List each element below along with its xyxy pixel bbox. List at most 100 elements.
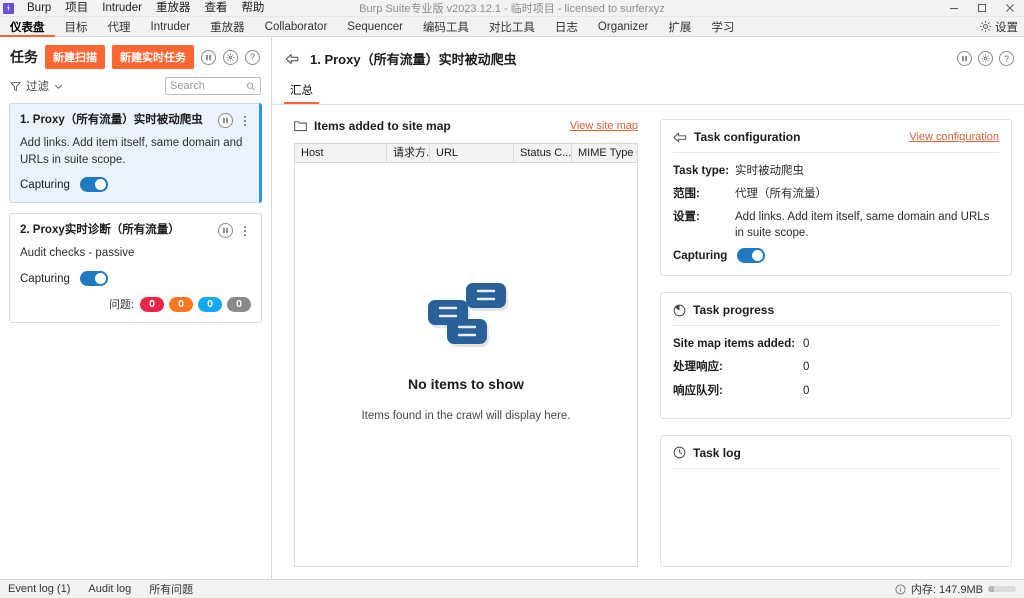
help-icon[interactable]: ?	[999, 51, 1014, 66]
tab-dashboard[interactable]: 仪表盘	[0, 18, 55, 37]
memory-label: 内存: 147.9MB	[910, 584, 983, 596]
status-badge-medium[interactable]: 0	[169, 296, 193, 312]
tab-sequencer[interactable]: Sequencer	[337, 18, 413, 37]
close-button[interactable]	[996, 0, 1024, 17]
tab-collaborator[interactable]: Collaborator	[255, 18, 338, 37]
task-configuration-title: Task configuration	[694, 130, 801, 144]
capturing-label: Capturing	[673, 249, 728, 262]
main-tab-strip: 仪表盘 目标 代理 Intruder 重放器 Collaborator Sequ…	[0, 17, 1024, 37]
view-site-map-link[interactable]: View site map	[570, 120, 638, 132]
task-capturing-row: Capturing	[20, 177, 251, 193]
view-configuration-link[interactable]: View configuration	[909, 131, 999, 143]
new-scan-button[interactable]: 新建扫描	[45, 45, 105, 69]
pause-icon[interactable]	[957, 51, 972, 66]
progress-key: 处理响应:	[673, 361, 723, 374]
sitemap-header: Items added to site map View site map	[294, 119, 638, 133]
empty-state-subtitle: Items found in the crawl will display he…	[361, 409, 571, 422]
status-all-issues[interactable]: 所有问题	[149, 581, 193, 597]
pause-icon[interactable]	[218, 223, 233, 239]
tab-intruder[interactable]: Intruder	[141, 18, 201, 37]
task-log-title: Task log	[693, 445, 741, 460]
filter-label[interactable]: 过滤	[26, 78, 49, 94]
capturing-toggle[interactable]	[737, 248, 766, 264]
config-field-scope: 范围: 代理（所有流量）	[673, 186, 999, 202]
task-card-header: 2. Proxy实时诊断（所有流量）	[20, 223, 251, 239]
column-header-method[interactable]: 请求方...	[387, 144, 430, 162]
progress-row-site-map-items: Site map items added: 0	[673, 336, 999, 352]
menu-item-intruder[interactable]: Intruder	[95, 0, 149, 17]
task-menu-icon[interactable]	[239, 223, 251, 238]
tab-summary[interactable]: 汇总	[284, 80, 319, 104]
minimize-button[interactable]	[940, 0, 968, 17]
pause-icon[interactable]	[218, 113, 233, 128]
search-input[interactable]	[170, 80, 247, 92]
column-header-mime-type[interactable]: MIME Type	[572, 144, 637, 162]
tab-decoder[interactable]: 编码工具	[413, 18, 479, 37]
progress-key: 响应队列:	[673, 384, 723, 397]
help-icon[interactable]: ?	[245, 49, 260, 65]
detail-header: 1. Proxy（所有流量）实时被动爬虫 ?	[272, 37, 1024, 68]
tab-target[interactable]: 目标	[55, 18, 98, 37]
memory-progress-bar	[988, 586, 1016, 592]
capturing-toggle[interactable]	[79, 271, 108, 287]
sitemap-title: Items added to site map	[314, 119, 451, 133]
task-card[interactable]: 1. Proxy（所有流量）实时被动爬虫 Add links. Add item…	[9, 103, 262, 204]
search-icon[interactable]	[246, 81, 256, 92]
issues-label: 问题:	[108, 299, 134, 312]
config-field-settings: 设置: Add links. Add item itself, same dom…	[673, 209, 999, 241]
task-menu-icon[interactable]	[239, 113, 251, 128]
task-card-title: 1. Proxy（所有流量）实时被动爬虫	[20, 114, 203, 126]
menu-item-view[interactable]: 查看	[197, 0, 234, 17]
progress-row-responses-queued: 响应队列: 0	[673, 383, 999, 399]
burp-suite-window: Burp 项目 Intruder 重放器 查看 帮助 Burp Suite专业版…	[0, 0, 1024, 598]
status-badge-high[interactable]: 0	[140, 296, 164, 312]
menu-app-name[interactable]: Burp	[20, 0, 58, 17]
column-header-status-code[interactable]: Status C...	[514, 144, 572, 162]
status-event-log[interactable]: Event log (1)	[8, 583, 70, 595]
tab-extensions[interactable]: 扩展	[658, 18, 701, 37]
tab-proxy[interactable]: 代理	[98, 18, 141, 37]
menu-item-help[interactable]: 帮助	[234, 0, 271, 17]
new-live-task-button[interactable]: 新建实时任务	[112, 45, 194, 69]
column-header-host[interactable]: Host	[295, 144, 387, 162]
task-card[interactable]: 2. Proxy实时诊断（所有流量） Audit checks - passiv…	[9, 213, 262, 324]
task-log-card: Task log	[660, 434, 1012, 567]
chevron-down-icon[interactable]	[54, 82, 63, 91]
maximize-button[interactable]	[968, 0, 996, 17]
capturing-toggle[interactable]	[79, 177, 108, 193]
tab-learn[interactable]: 学习	[701, 18, 744, 37]
gear-icon[interactable]	[223, 49, 238, 65]
tabstrip-settings[interactable]: 设置	[979, 17, 1024, 36]
menu-item-project[interactable]: 项目	[58, 0, 95, 17]
config-value: Add links. Add item itself, same domain …	[735, 211, 990, 240]
gear-icon[interactable]	[978, 51, 993, 66]
task-progress-header: Task progress	[673, 303, 999, 317]
burp-logo-icon	[3, 2, 14, 14]
divider	[673, 325, 999, 327]
status-badge-low[interactable]: 0	[198, 296, 222, 312]
filter-icon[interactable]	[10, 81, 21, 92]
tab-organizer[interactable]: Organizer	[588, 18, 659, 37]
sitemap-panel: Items added to site map View site map Ho…	[294, 119, 638, 567]
menu-item-repeater[interactable]: 重放器	[149, 0, 198, 17]
tab-logger[interactable]: 日志	[545, 18, 588, 37]
pause-icon[interactable]	[201, 49, 216, 65]
gear-icon	[979, 20, 992, 33]
info-icon	[895, 583, 906, 595]
table-header-row: Host 请求方... URL Status C... MIME Type	[295, 144, 637, 163]
task-card-title: 2. Proxy实时诊断（所有流量）	[20, 224, 180, 237]
tab-comparer[interactable]: 对比工具	[479, 18, 545, 37]
tab-repeater[interactable]: 重放器	[200, 18, 255, 37]
memory-indicator[interactable]: 内存: 147.9MB	[895, 581, 1016, 597]
config-key: Task type:	[673, 165, 730, 177]
search-box[interactable]	[165, 77, 261, 95]
back-arrow-icon[interactable]	[284, 51, 300, 67]
settings-label: 设置	[995, 21, 1018, 34]
status-badge-info[interactable]: 0	[227, 296, 251, 312]
status-audit-log[interactable]: Audit log	[88, 583, 131, 595]
progress-row-responses-processed: 处理响应: 0	[673, 359, 999, 375]
config-value: 实时被动爬虫	[735, 165, 804, 177]
column-header-url[interactable]: URL	[430, 144, 514, 162]
window-controls	[940, 0, 1024, 17]
tasks-header: 任务 新建扫描 新建实时任务 ?	[0, 37, 271, 75]
